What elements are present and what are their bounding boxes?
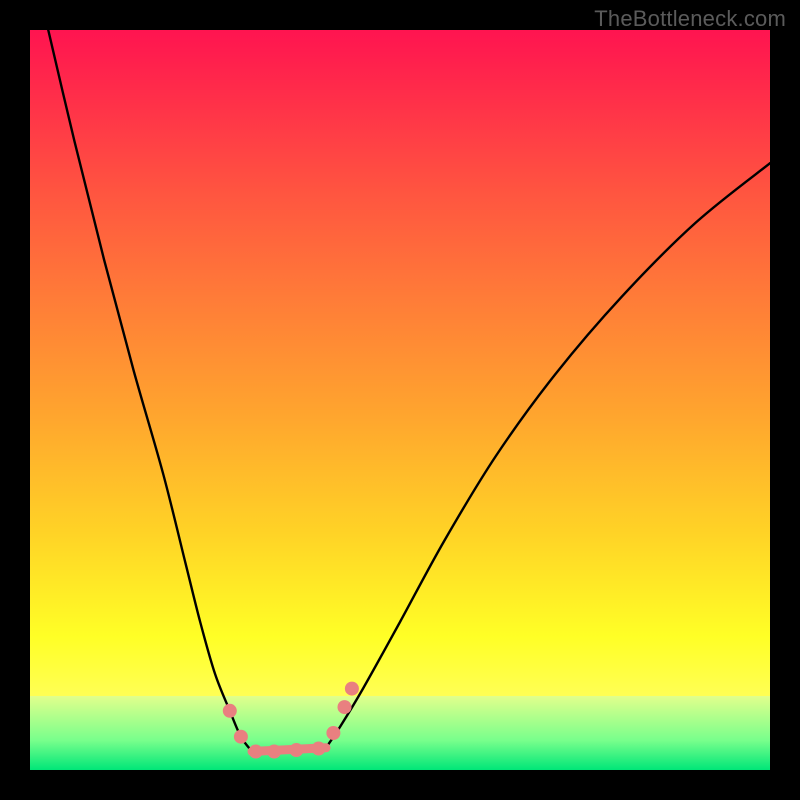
- marker-dot: [223, 704, 237, 718]
- marker-dot: [345, 682, 359, 696]
- chart-stage: TheBottleneck.com: [0, 0, 800, 800]
- markers-group: [223, 682, 359, 759]
- lines-group: [45, 30, 770, 751]
- marker-dot: [338, 700, 352, 714]
- watermark-text: TheBottleneck.com: [594, 6, 786, 32]
- marker-dot: [267, 745, 281, 759]
- marker-dot: [249, 745, 263, 759]
- marker-dot: [312, 742, 326, 756]
- right-curve: [326, 163, 770, 748]
- left-curve: [45, 30, 252, 751]
- marker-dot: [234, 730, 248, 744]
- plot-area: [30, 30, 770, 770]
- marker-dot: [326, 726, 340, 740]
- curve-layer: [30, 30, 770, 770]
- marker-dot: [289, 743, 303, 757]
